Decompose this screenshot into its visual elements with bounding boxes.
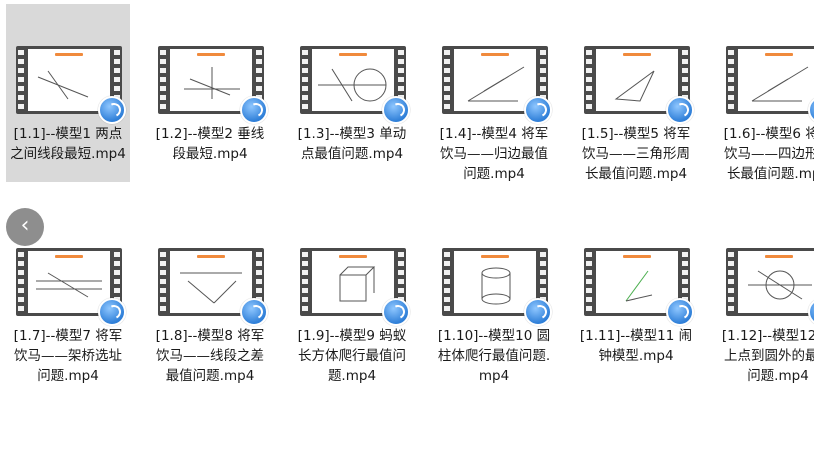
file-tile[interactable]: [1.5]--模型5 将军饮马——三角形周长最值问题.mp4 xyxy=(574,4,698,182)
file-name: [1.1]--模型1 两点之间线段最短.mp4 xyxy=(10,126,126,162)
media-player-icon xyxy=(524,298,552,326)
video-thumbnail xyxy=(16,248,126,326)
file-name: [1.7]--模型7 将军饮马——架桥选址问题.mp4 xyxy=(13,328,123,384)
file-name: [1.8]--模型8 将军饮马——线段之差最值问题.mp4 xyxy=(155,328,265,384)
video-thumbnail xyxy=(158,248,268,326)
chevron-left-icon: ‹ xyxy=(20,213,30,238)
file-name: [1.4]--模型4 将军饮马——归边最值问题.mp4 xyxy=(439,126,549,182)
previous-button[interactable]: ‹ xyxy=(6,208,44,246)
media-player-icon xyxy=(382,298,410,326)
media-player-icon xyxy=(666,96,694,124)
file-tile[interactable]: [1.2]--模型2 垂线段最短.mp4 xyxy=(148,4,272,182)
file-tile[interactable]: [1.10]--模型10 圆柱体爬行最值问题.mp4 xyxy=(432,206,556,384)
file-tile[interactable]: [1.11]--模型11 闹钟模型.mp4 xyxy=(574,206,698,384)
file-name: [1.11]--模型11 闹钟模型.mp4 xyxy=(579,328,693,364)
media-player-icon xyxy=(240,298,268,326)
media-player-icon xyxy=(666,298,694,326)
file-name: [1.5]--模型5 将军饮马——三角形周长最值问题.mp4 xyxy=(581,126,691,182)
video-thumbnail xyxy=(300,248,410,326)
media-player-icon xyxy=(98,298,126,326)
video-thumbnail xyxy=(442,248,552,326)
file-name: [1.6]--模型6 将军饮马——四边形周长最值问题.mp4 xyxy=(723,126,814,182)
file-grid: [1.1]--模型1 两点之间线段最短.mp4 [1.2]--模型2 垂线段最短… xyxy=(0,0,814,449)
file-tile[interactable]: [1.1]--模型1 两点之间线段最短.mp4 xyxy=(6,4,130,182)
media-player-icon xyxy=(98,96,126,124)
file-tile[interactable]: [1.3]--模型3 单动点最值问题.mp4 xyxy=(290,4,414,182)
file-tile[interactable]: [1.8]--模型8 将军饮马——线段之差最值问题.mp4 xyxy=(148,206,272,384)
file-tile[interactable]: [1.4]--模型4 将军饮马——归边最值问题.mp4 xyxy=(432,4,556,182)
file-tile[interactable]: [1.12]--模型12 圆上点到圆外的最值问题.mp4 xyxy=(716,206,814,384)
video-thumbnail xyxy=(442,46,552,124)
file-tile[interactable]: [1.6]--模型6 将军饮马——四边形周长最值问题.mp4 xyxy=(716,4,814,182)
video-thumbnail xyxy=(16,46,126,124)
file-name: [1.12]--模型12 圆上点到圆外的最值问题.mp4 xyxy=(721,328,814,384)
video-thumbnail xyxy=(584,46,694,124)
video-thumbnail xyxy=(300,46,410,124)
file-name: [1.10]--模型10 圆柱体爬行最值问题.mp4 xyxy=(437,328,551,384)
media-player-icon xyxy=(382,96,410,124)
file-name: [1.3]--模型3 单动点最值问题.mp4 xyxy=(297,126,407,162)
media-player-icon xyxy=(240,96,268,124)
video-thumbnail xyxy=(726,248,814,326)
file-name: [1.2]--模型2 垂线段最短.mp4 xyxy=(155,126,265,162)
video-thumbnail xyxy=(158,46,268,124)
file-tile[interactable]: [1.9]--模型9 蚂蚁长方体爬行最值问题.mp4 xyxy=(290,206,414,384)
video-thumbnail xyxy=(584,248,694,326)
video-thumbnail xyxy=(726,46,814,124)
media-player-icon xyxy=(524,96,552,124)
file-name: [1.9]--模型9 蚂蚁长方体爬行最值问题.mp4 xyxy=(297,328,407,384)
